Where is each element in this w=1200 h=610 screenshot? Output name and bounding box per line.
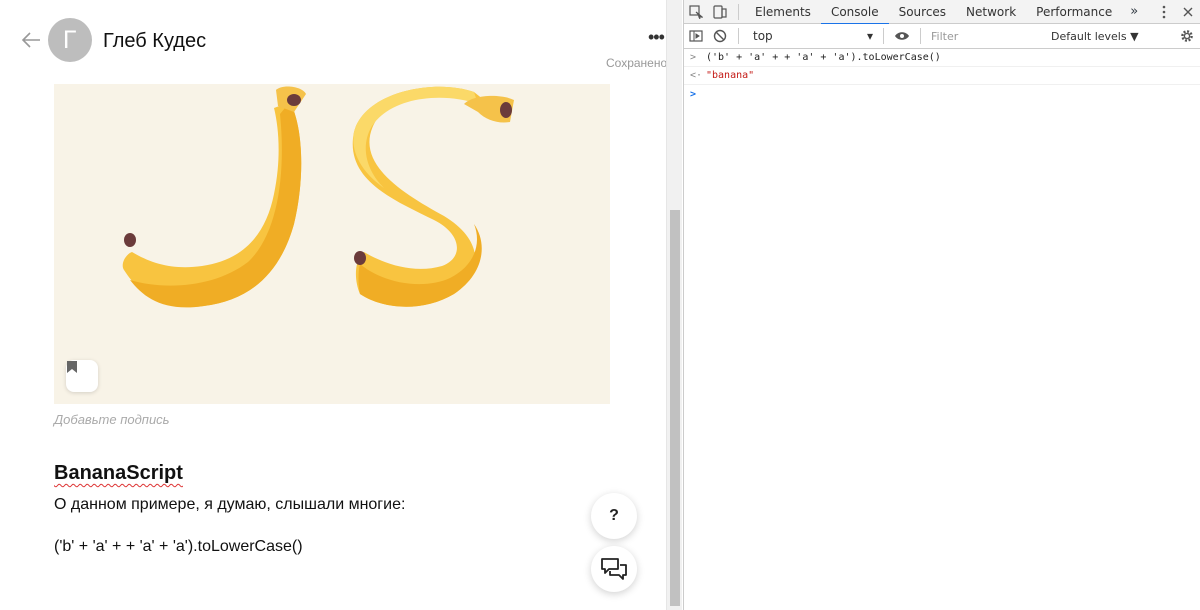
cover-image[interactable] bbox=[54, 84, 610, 404]
device-toolbar-icon[interactable] bbox=[708, 0, 732, 24]
console-input-row: > ('b' + 'a' + + 'a' + 'a').toLowerCase(… bbox=[684, 49, 1200, 67]
console-output: > ('b' + 'a' + + 'a' + 'a').toLowerCase(… bbox=[684, 49, 1200, 103]
article-paragraph[interactable]: О данном примере, я думаю, слышали многи… bbox=[54, 496, 405, 514]
comments-button[interactable] bbox=[591, 546, 637, 592]
console-result-row: <· "banana" bbox=[684, 67, 1200, 85]
tab-elements[interactable]: Elements bbox=[745, 0, 821, 24]
author-avatar[interactable]: Г bbox=[48, 18, 92, 62]
tab-sources[interactable]: Sources bbox=[889, 0, 956, 24]
scrollbar-thumb[interactable] bbox=[670, 210, 680, 606]
result-prefix-icon: <· bbox=[690, 70, 703, 81]
console-input-code[interactable]: ('b' + 'a' + + 'a' + 'a').toLowerCase() bbox=[706, 52, 941, 63]
bookmark-button[interactable] bbox=[66, 360, 98, 392]
caption-input[interactable]: Добавьте подпись bbox=[54, 412, 170, 427]
toolbar-divider-3 bbox=[920, 28, 921, 44]
bookmark-icon bbox=[67, 361, 77, 373]
kebab-menu-icon[interactable] bbox=[1152, 0, 1176, 24]
sidebar-toggle-icon[interactable] bbox=[684, 24, 708, 48]
console-prompt-row[interactable]: > bbox=[684, 85, 1200, 103]
article-editor: Г Глеб Кудес ••• Сохранено Добавьте подп… bbox=[0, 0, 666, 610]
chat-bubbles-icon bbox=[601, 558, 627, 580]
tab-performance[interactable]: Performance bbox=[1026, 0, 1122, 24]
close-icon[interactable] bbox=[1176, 0, 1200, 24]
log-levels-dropdown[interactable]: Default levels ▼ bbox=[1051, 30, 1139, 43]
filter-input[interactable] bbox=[927, 27, 1045, 45]
console-toolbar: top ▾ Default levels ▼ bbox=[684, 24, 1200, 49]
live-expression-eye-icon[interactable] bbox=[890, 24, 914, 48]
help-button[interactable]: ? bbox=[591, 493, 637, 539]
editor-scrollbar[interactable] bbox=[666, 0, 682, 610]
banana-js-illustration bbox=[122, 86, 514, 308]
back-arrow-icon[interactable] bbox=[20, 30, 42, 50]
gear-icon[interactable] bbox=[1178, 27, 1196, 45]
author-name[interactable]: Глеб Кудес bbox=[103, 30, 206, 53]
article-heading[interactable]: BananaScript bbox=[54, 462, 183, 485]
more-tabs-button[interactable]: » bbox=[1122, 4, 1146, 19]
toolbar-divider-2 bbox=[883, 28, 884, 44]
saved-status: Сохранено bbox=[606, 56, 666, 70]
toolbar-divider bbox=[738, 28, 739, 44]
article-code-line[interactable]: ('b' + 'a' + + 'a' + 'a').toLowerCase() bbox=[54, 538, 303, 556]
devtools-tabbar: Elements Console Sources Network Perform… bbox=[684, 0, 1200, 25]
context-select[interactable]: top ▾ bbox=[749, 27, 877, 46]
inspect-element-icon[interactable] bbox=[684, 0, 708, 24]
context-select-value: top bbox=[753, 29, 773, 43]
chevron-down-icon: ▾ bbox=[866, 29, 873, 43]
prompt-chevron-icon: > bbox=[690, 88, 697, 100]
tab-console[interactable]: Console bbox=[820, 0, 889, 25]
more-menu-button[interactable]: ••• bbox=[648, 28, 666, 48]
console-result-value[interactable]: "banana" bbox=[706, 70, 754, 81]
tab-network[interactable]: Network bbox=[956, 0, 1026, 24]
input-prefix-icon: > bbox=[690, 52, 697, 63]
clear-console-icon[interactable] bbox=[708, 24, 732, 48]
tabbar-divider bbox=[738, 3, 739, 20]
devtools-panel: Elements Console Sources Network Perform… bbox=[683, 0, 1200, 610]
